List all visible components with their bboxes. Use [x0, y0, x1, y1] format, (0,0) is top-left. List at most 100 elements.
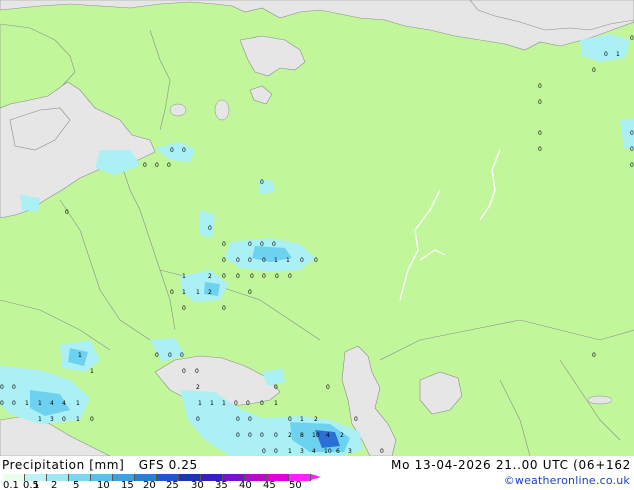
- svg-text:3: 3: [50, 416, 54, 423]
- svg-text:1: 1: [286, 257, 290, 264]
- svg-text:0: 0: [168, 352, 172, 359]
- legend-tick-label: 10: [97, 480, 110, 490]
- svg-text:0: 0: [90, 416, 94, 423]
- svg-text:0: 0: [314, 257, 318, 264]
- svg-text:0: 0: [12, 400, 16, 407]
- legend-tick-label: 30: [191, 480, 204, 490]
- svg-text:0: 0: [246, 400, 250, 407]
- svg-text:0: 0: [288, 416, 292, 423]
- svg-text:0: 0: [182, 368, 186, 375]
- svg-text:0: 0: [592, 67, 596, 74]
- svg-text:0: 0: [248, 432, 252, 439]
- svg-text:0: 0: [630, 35, 634, 42]
- svg-text:2: 2: [208, 273, 212, 280]
- map-footer: Precipitation [mm] GFS 0.25 Mo 13-04-202…: [0, 456, 634, 490]
- svg-text:1: 1: [78, 352, 82, 359]
- svg-text:1: 1: [25, 400, 29, 407]
- svg-text:0: 0: [260, 241, 264, 248]
- svg-text:0: 0: [630, 162, 634, 169]
- svg-text:0: 0: [248, 416, 252, 423]
- svg-text:0: 0: [288, 273, 292, 280]
- svg-text:0: 0: [250, 273, 254, 280]
- white-sea: [239, 35, 306, 77]
- svg-text:1: 1: [222, 400, 226, 407]
- svg-text:4: 4: [312, 448, 316, 455]
- map-canvas: 00 000 0 0 0000 00001100 12000000 01120 …: [0, 0, 634, 456]
- svg-text:3: 3: [348, 448, 352, 455]
- aral-sea: [419, 371, 463, 415]
- lake-onega: [214, 99, 230, 121]
- svg-text:0: 0: [195, 368, 199, 375]
- svg-text:1: 1: [274, 257, 278, 264]
- svg-text:1: 1: [38, 416, 42, 423]
- svg-text:0: 0: [300, 257, 304, 264]
- precip-patch: [20, 195, 40, 212]
- precip-patch: [155, 142, 195, 162]
- svg-text:0: 0: [274, 432, 278, 439]
- legend-tick-label: 25: [166, 480, 179, 490]
- svg-text:0: 0: [65, 209, 69, 216]
- svg-text:0: 0: [248, 289, 252, 296]
- svg-text:0: 0: [630, 146, 634, 153]
- product-name: Precipitation [mm]: [2, 458, 125, 472]
- svg-text:0: 0: [208, 225, 212, 232]
- white-sea-arm: [249, 85, 273, 105]
- svg-text:0: 0: [234, 400, 238, 407]
- svg-text:0: 0: [354, 416, 358, 423]
- svg-text:0: 0: [260, 432, 264, 439]
- svg-text:0: 0: [630, 130, 634, 137]
- lake-ladoga: [169, 103, 187, 117]
- svg-text:3: 3: [300, 448, 304, 455]
- svg-text:2: 2: [340, 432, 344, 439]
- svg-text:0: 0: [12, 384, 16, 391]
- credit-link[interactable]: ©weatheronline.co.uk: [504, 474, 630, 488]
- svg-text:0: 0: [538, 130, 542, 137]
- svg-text:0: 0: [260, 179, 264, 186]
- svg-text:0: 0: [182, 305, 186, 312]
- svg-text:1: 1: [90, 368, 94, 375]
- svg-text:0: 0: [236, 257, 240, 264]
- svg-text:0: 0: [155, 352, 159, 359]
- svg-text:0: 0: [222, 257, 226, 264]
- svg-text:0: 0: [248, 257, 252, 264]
- svg-text:2: 2: [196, 384, 200, 391]
- svg-text:0: 0: [262, 273, 266, 280]
- river: [399, 189, 441, 301]
- svg-text:1: 1: [288, 448, 292, 455]
- svg-text:1: 1: [300, 416, 304, 423]
- svg-text:6: 6: [336, 448, 340, 455]
- legend-tick-label: 5: [73, 480, 80, 490]
- svg-text:0: 0: [62, 416, 66, 423]
- svg-text:0: 0: [143, 162, 147, 169]
- svg-text:0: 0: [170, 289, 174, 296]
- precip-value-labels: 00 000 0 0 0000 00001100 12000000 01120 …: [0, 35, 634, 455]
- svg-text:1: 1: [182, 273, 186, 280]
- svg-text:0: 0: [262, 257, 266, 264]
- svg-text:1: 1: [76, 400, 80, 407]
- legend-tick-label: 35: [215, 480, 228, 490]
- svg-text:0: 0: [272, 241, 276, 248]
- svg-text:1: 1: [274, 400, 278, 407]
- svg-text:0: 0: [274, 448, 278, 455]
- river: [479, 149, 501, 221]
- svg-text:10: 10: [324, 448, 332, 455]
- svg-text:0: 0: [236, 432, 240, 439]
- svg-text:2: 2: [314, 416, 318, 423]
- svg-text:1: 1: [38, 400, 42, 407]
- svg-text:0: 0: [538, 146, 542, 153]
- svg-text:8: 8: [300, 432, 304, 439]
- legend-arrow-tip: [311, 474, 321, 480]
- svg-text:1: 1: [76, 416, 80, 423]
- svg-text:0: 0: [222, 241, 226, 248]
- precip-patch: [204, 282, 220, 296]
- svg-text:1: 1: [182, 289, 186, 296]
- legend-tick-label: 2: [51, 480, 58, 490]
- country-borders: [0, 29, 634, 456]
- svg-text:0: 0: [274, 384, 278, 391]
- legend-tick-label: 50: [289, 480, 302, 490]
- svg-text:2: 2: [208, 289, 212, 296]
- svg-text:0: 0: [604, 51, 608, 58]
- legend-tick-label: 45: [263, 480, 276, 490]
- svg-text:0: 0: [222, 273, 226, 280]
- precipitation-layer: [0, 34, 634, 456]
